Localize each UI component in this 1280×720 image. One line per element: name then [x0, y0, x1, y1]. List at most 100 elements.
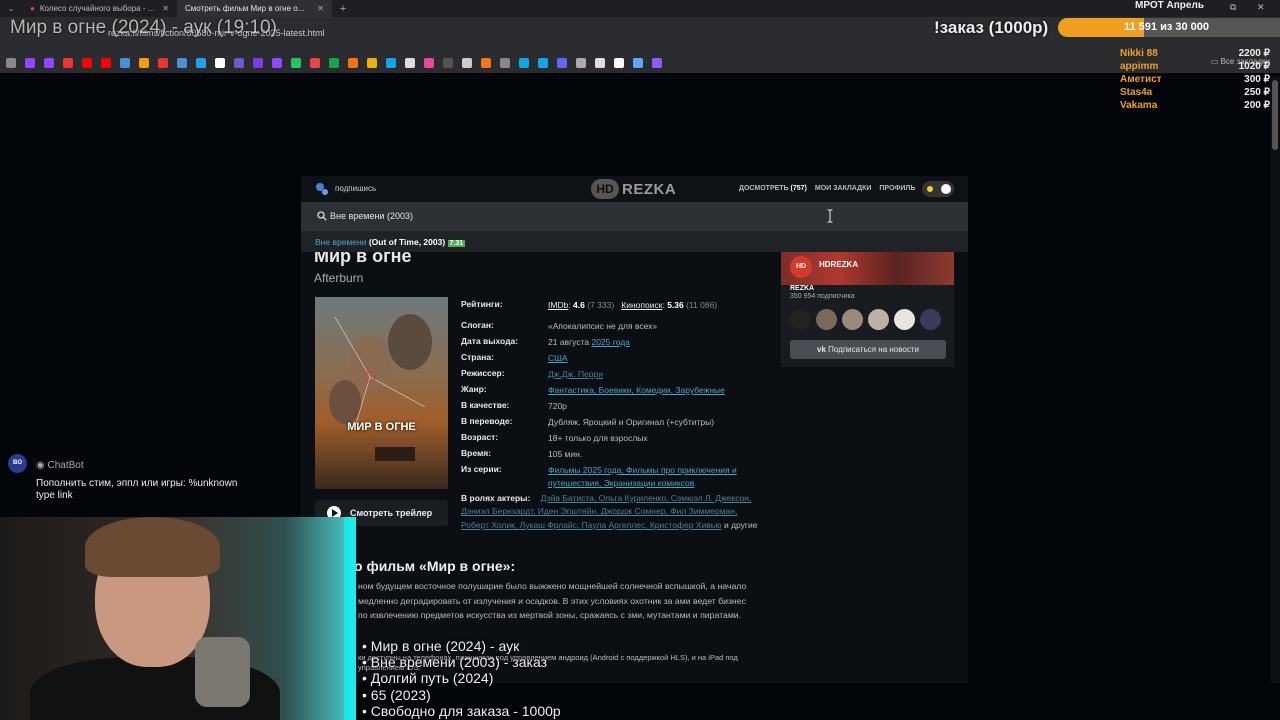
director-link[interactable]: Дж.Дж. Перри: [548, 369, 603, 379]
donor-row: Vakama 200 ₽: [1120, 100, 1270, 111]
vk-subscribe-button[interactable]: vk Подписаться на новости: [790, 340, 946, 359]
info-row-ratings: Рейтинги: IMDb: 4.6 (7 333) Кинопоиск: 5…: [461, 299, 718, 310]
bookmark-icon[interactable]: [405, 58, 415, 68]
film-poster[interactable]: МИР В ОГНЕ: [315, 297, 448, 489]
bookmark-icon[interactable]: [557, 58, 567, 68]
new-tab-icon[interactable]: +: [332, 3, 354, 15]
series-links[interactable]: Фильмы 2025 года, Фильмы про приключения…: [548, 465, 737, 488]
suggestion-title[interactable]: Вне времени: [315, 237, 366, 247]
bookmark-telegram-icon[interactable]: [538, 58, 548, 68]
page-scrollbar[interactable]: [1270, 76, 1280, 683]
search-bar: Вне времени (2003): [301, 202, 968, 231]
bookmark-icon[interactable]: [63, 58, 73, 68]
kinopoisk-count: (11 086): [686, 300, 718, 310]
bookmark-icon[interactable]: [196, 58, 206, 68]
info-row-series: Из серии: Фильмы 2025 года, Фильмы про п…: [461, 464, 737, 488]
bookmark-icon[interactable]: [158, 58, 168, 68]
country-link[interactable]: США: [548, 353, 568, 363]
avatar[interactable]: [842, 309, 863, 330]
bookmark-icon[interactable]: [310, 58, 320, 68]
search-input[interactable]: Вне времени (2003): [330, 211, 413, 221]
bookmark-icon[interactable]: [367, 58, 377, 68]
tab-favicon-icon: ●: [30, 4, 35, 13]
bookmark-icon[interactable]: [500, 58, 510, 68]
avatar[interactable]: [790, 309, 811, 330]
bookmark-icon[interactable]: [633, 58, 643, 68]
theme-toggle[interactable]: [922, 181, 954, 197]
info-row-quality: В качестве: 720p: [461, 400, 567, 411]
site-logo[interactable]: HD REZKA: [591, 179, 676, 199]
bookmark-mail-icon[interactable]: [139, 58, 149, 68]
queue-item: • Мир в огне (2024) - аук: [362, 638, 520, 654]
avatar[interactable]: [816, 309, 837, 330]
avatar[interactable]: [894, 309, 915, 330]
sun-icon: [927, 186, 933, 192]
imdb-link[interactable]: IMDb: [548, 300, 568, 310]
queue-item: • 65 (2023): [362, 686, 431, 703]
poster-art: [329, 314, 432, 461]
microphone-icon: [195, 637, 250, 707]
search-icon: [317, 211, 327, 221]
order-banner: !заказ (1000р): [934, 18, 1049, 37]
kinopoisk-rating: 5.36: [667, 300, 684, 310]
info-row-age: Возраст: 18+ только для взрослых: [461, 432, 648, 443]
bookmark-icon[interactable]: [234, 58, 244, 68]
bookmark-icon[interactable]: [652, 58, 662, 68]
tab-wheel[interactable]: ● Колесо случайного выбора - ... ✕: [22, 0, 177, 17]
bookmark-icon[interactable]: [595, 58, 605, 68]
bookmark-icon[interactable]: [424, 58, 434, 68]
tab-label: Колесо случайного выбора - ...: [39, 4, 155, 13]
tab-close-icon[interactable]: ✕: [162, 4, 169, 13]
header-nav: ДОСМОТРЕТЬ (757) МОИ ЗАКЛАДКИ ПРОФИЛЬ: [739, 185, 915, 192]
bookmark-icon[interactable]: [576, 58, 586, 68]
vk-widget: HD REZKA HDREZKA 350 954 подписчика vk П…: [781, 252, 954, 367]
kinopoisk-link[interactable]: Кинопоиск: [621, 300, 662, 310]
bookmark-icon[interactable]: [291, 58, 301, 68]
bookmark-twitch-icon[interactable]: [44, 58, 54, 68]
tab-close-icon[interactable]: ✕: [317, 4, 324, 13]
bookmark-icon[interactable]: [481, 58, 491, 68]
chatbot-text: Пополнить стим, эппл или игры: %unknown …: [36, 478, 238, 501]
restore-window-icon[interactable]: ⧉: [1230, 2, 1236, 13]
bookmark-icon[interactable]: [348, 58, 358, 68]
avatar[interactable]: [868, 309, 889, 330]
nav-bookmarks[interactable]: МОИ ЗАКЛАДКИ: [815, 185, 871, 192]
bookmark-youtube-icon[interactable]: [101, 58, 111, 68]
bookmark-icon[interactable]: [386, 58, 396, 68]
vk-group-logo[interactable]: HD REZKA: [790, 256, 814, 292]
bookmark-youtube-icon[interactable]: [82, 58, 92, 68]
goal-title: МРОТ Апрель: [1135, 0, 1204, 11]
tab-rezka[interactable]: Смотреть фильм Мир в огне о... ✕: [177, 0, 332, 17]
close-window-icon[interactable]: ✕: [1257, 2, 1265, 13]
bookmark-icon[interactable]: [443, 58, 453, 68]
genre-links[interactable]: Фантастика, Боевики, Комедии, Зарубежные: [548, 385, 725, 395]
text-cursor-icon: [827, 209, 833, 223]
bookmark-telegram-icon[interactable]: [519, 58, 529, 68]
bookmark-icon[interactable]: [272, 58, 282, 68]
info-row-release: Дата выхода: 21 августа 2025 года: [461, 336, 630, 347]
nav-continue[interactable]: ДОСМОТРЕТЬ (757): [739, 185, 807, 192]
vk-group-name[interactable]: HDREZKA: [819, 260, 858, 269]
search-suggestion[interactable]: Вне времени (Out of Time, 2003) 7.31: [301, 231, 968, 252]
bookmark-icon[interactable]: [462, 58, 472, 68]
bookmark-icon[interactable]: [329, 58, 339, 68]
avatar[interactable]: [920, 309, 941, 330]
bookmark-icon[interactable]: [120, 58, 130, 68]
film-title: Мир в огне: [314, 252, 412, 266]
apps-icon[interactable]: [6, 58, 16, 68]
bookmark-icon[interactable]: [215, 58, 225, 68]
donor-row: appimm 1020 ₽: [1120, 61, 1270, 72]
scrollbar-thumb[interactable]: [1272, 80, 1278, 150]
tab-search-chevron-icon[interactable]: ⌄: [0, 4, 22, 13]
bookmark-icon[interactable]: [253, 58, 263, 68]
release-year-link[interactable]: 2025 года: [591, 337, 629, 347]
subscribe-icon[interactable]: [315, 182, 329, 196]
nav-profile[interactable]: ПРОФИЛЬ: [879, 185, 915, 192]
bookmark-icon[interactable]: [177, 58, 187, 68]
donor-row: Nikki 88 2200 ₽: [1120, 48, 1270, 59]
suggestion-orig: (Out of Time, 2003): [368, 237, 446, 247]
subscribe-link[interactable]: подпишись: [335, 184, 376, 193]
bookmark-twitch-icon[interactable]: [25, 58, 35, 68]
bookmark-icon[interactable]: [614, 58, 624, 68]
info-row-director: Режиссер: Дж.Дж. Перри: [461, 368, 604, 379]
